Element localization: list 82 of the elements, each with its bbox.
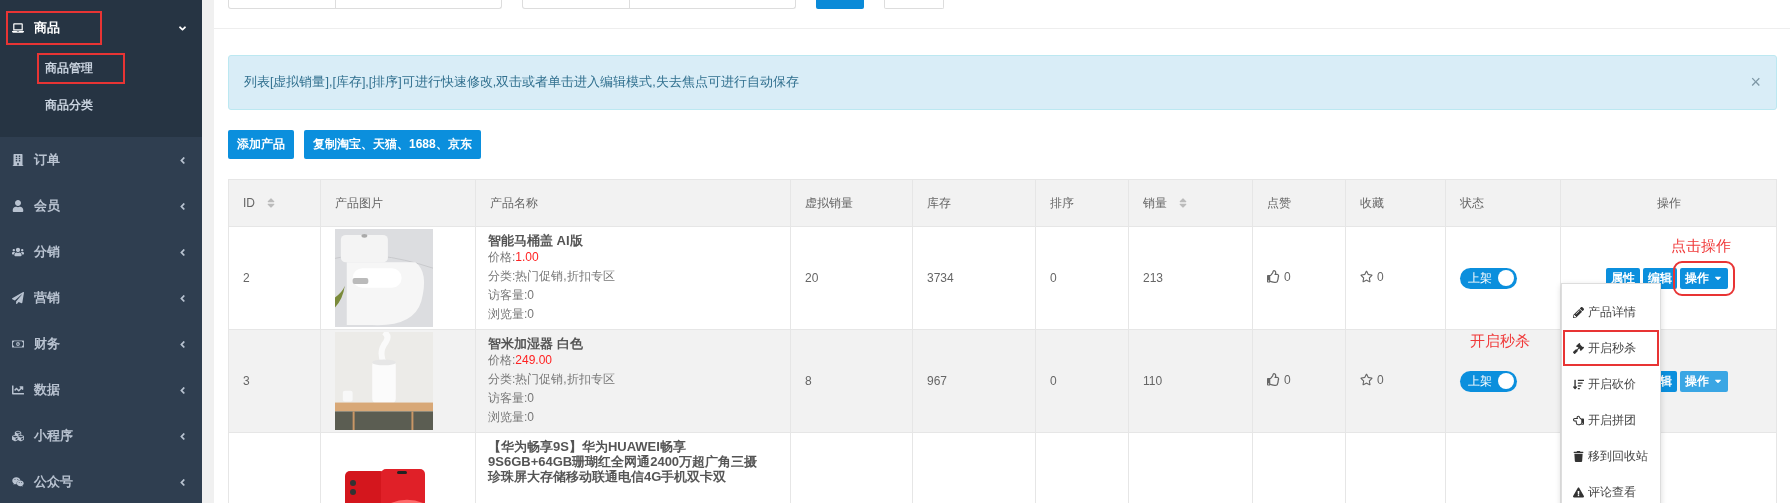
thumbs-up-icon — [1267, 270, 1280, 284]
status-toggle[interactable]: 上架 — [1460, 370, 1517, 392]
column-header: 库存 — [912, 179, 1036, 227]
trash-icon — [1573, 450, 1584, 462]
category-text: 分类:热门促销,折扣专区 — [488, 267, 616, 285]
sidebar-item[interactable]: 营销 — [6, 281, 102, 315]
chart-icon — [12, 384, 24, 396]
star-icon — [1360, 270, 1373, 284]
search-field[interactable] — [228, 0, 502, 9]
menu-item[interactable]: 开启拼团 — [1563, 402, 1659, 438]
stock-text: 3734 — [927, 271, 954, 285]
pencil-icon — [1573, 306, 1584, 318]
column-header[interactable]: 销量 — [1128, 179, 1253, 227]
sidebar-item[interactable]: 商品 — [6, 11, 102, 45]
search-field[interactable] — [522, 0, 796, 9]
virtual-sales-text: 8 — [805, 374, 812, 388]
product-name: 【华为畅享9S】华为HUAWEI畅享9S6GB+64GB珊瑚红全网通2400万超广角三摄珍珠屏大存储移动联通电信4G手机双卡双 — [488, 439, 759, 484]
cubes-icon — [12, 430, 24, 442]
menu-item[interactable]: 产品详情 — [1563, 294, 1659, 330]
column-header: 产品名称 — [475, 179, 791, 227]
laptop-icon — [12, 22, 24, 34]
category-text: 分类:热门促销,折扣专区 — [488, 370, 616, 388]
sidebar-item[interactable]: 订单 — [6, 143, 102, 177]
sidebar-item[interactable]: 小程序 — [6, 419, 115, 453]
search-button[interactable] — [816, 0, 864, 9]
warning-icon — [1573, 486, 1584, 498]
menu-item[interactable]: 移到回收站 — [1563, 438, 1659, 474]
column-header: 操作 — [1560, 179, 1777, 227]
sidebar-item[interactable]: 会员 — [6, 189, 102, 223]
id-text: 3 — [243, 374, 250, 388]
views-text: 浏览量:0 — [488, 305, 535, 323]
column-header[interactable]: ID — [228, 179, 321, 227]
likes-count: 0 — [1284, 372, 1291, 387]
column-header: 虚拟销量 — [790, 179, 913, 227]
favorites-count: 0 — [1377, 372, 1384, 387]
user-icon — [12, 200, 24, 212]
hand-icon — [1573, 414, 1584, 426]
users-icon — [12, 246, 24, 258]
column-header: 排序 — [1035, 179, 1129, 227]
column-header: 状态 — [1445, 179, 1561, 227]
gavel-icon — [1573, 342, 1584, 354]
likes-count: 0 — [1284, 269, 1291, 284]
id-text: 2 — [243, 271, 250, 285]
money-icon — [12, 338, 24, 350]
column-header: 点赞 — [1252, 179, 1346, 227]
sales-text: 110 — [1143, 374, 1163, 388]
sidebar-item[interactable]: 财务 — [6, 327, 102, 361]
product-name: 智米加湿器 白色 — [488, 335, 584, 351]
price-text: 价格:249.00 — [488, 351, 554, 369]
sales-text: 213 — [1143, 271, 1164, 285]
visitors-text: 访客量:0 — [488, 286, 535, 304]
menu-item[interactable]: 开启秒杀 — [1563, 330, 1659, 366]
virtual-sales-text: 20 — [805, 271, 819, 285]
sort-text: 0 — [1050, 271, 1057, 285]
sidebar-item[interactable]: 分销 — [6, 235, 102, 269]
sidebar-subitem[interactable]: 商品分类 — [37, 90, 125, 121]
favorites-count: 0 — [1377, 269, 1384, 284]
reset-button[interactable] — [884, 0, 944, 9]
sidebar-item[interactable]: 数据 — [6, 373, 102, 407]
annotation-text: 点击操作 — [1671, 237, 1731, 256]
visitors-text: 访客量:0 — [488, 389, 535, 407]
column-header: 产品图片 — [320, 179, 476, 227]
toolbar-button[interactable]: 添加产品 — [228, 130, 294, 159]
sidebar-subitem[interactable]: 商品管理 — [37, 53, 125, 84]
chat-icon — [12, 476, 24, 488]
star-icon — [1360, 373, 1373, 387]
sort-icon — [1573, 378, 1584, 390]
thumbs-up-icon — [1267, 373, 1280, 387]
column-header: 收藏 — [1345, 179, 1446, 227]
building-icon — [12, 154, 24, 166]
paper-plane-icon — [12, 292, 24, 304]
menu-item[interactable]: 评论查看 — [1563, 474, 1659, 503]
views-text: 浏览量:0 — [488, 408, 535, 426]
sidebar-item[interactable]: 公众号 — [6, 465, 115, 499]
annotation-text: 开启秒杀 — [1470, 332, 1530, 351]
alert-text: 列表[虚拟销量],[库存],[排序]可进行快速修改,双击或者单击进入编辑模式,失去焦点可进行自动保存 — [244, 74, 799, 91]
stock-text: 967 — [927, 374, 948, 388]
sort-text: 0 — [1050, 374, 1057, 388]
price-text: 价格:1.00 — [488, 248, 540, 266]
product-name: 智能马桶盖 AI版 — [488, 232, 584, 248]
status-toggle[interactable]: 上架 — [1460, 267, 1517, 289]
toolbar-button[interactable]: 复制淘宝、天猫、1688、京东 — [304, 130, 481, 159]
